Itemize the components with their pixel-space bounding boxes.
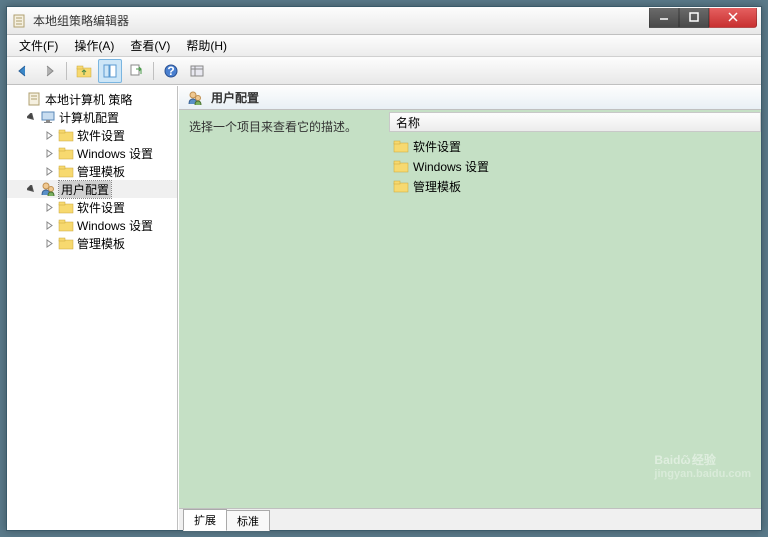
menu-action[interactable]: 操作(A) — [66, 35, 122, 56]
column-header-name[interactable]: 名称 — [389, 112, 761, 132]
export-button[interactable] — [124, 59, 148, 83]
titlebar[interactable]: 本地组策略编辑器 — [7, 7, 761, 35]
user-icon — [40, 181, 56, 197]
menu-view[interactable]: 查看(V) — [122, 35, 178, 56]
tree-software-settings[interactable]: 软件设置 — [7, 198, 177, 216]
expand-icon[interactable] — [43, 219, 55, 231]
tree-admin-templates[interactable]: 管理模板 — [7, 234, 177, 252]
folder-icon — [393, 158, 409, 174]
expand-icon[interactable] — [43, 237, 55, 249]
tree-admin-templates[interactable]: 管理模板 — [7, 162, 177, 180]
menubar: 文件(F) 操作(A) 查看(V) 帮助(H) — [7, 35, 761, 57]
tree-software-settings[interactable]: 软件设置 — [7, 126, 177, 144]
folder-icon — [393, 138, 409, 154]
content-area: 本地计算机 策略 计算机配置 软件设置 Windows 设置 管理模板 — [7, 86, 761, 530]
close-button[interactable] — [709, 8, 757, 28]
help-button[interactable]: ? — [159, 59, 183, 83]
svg-text:?: ? — [167, 64, 174, 78]
tree-label: 软件设置 — [77, 199, 125, 216]
item-label: 管理模板 — [413, 178, 461, 195]
toolbar: ? — [7, 57, 761, 85]
tree-windows-settings[interactable]: Windows 设置 — [7, 216, 177, 234]
collapse-icon[interactable] — [25, 183, 37, 195]
menu-help[interactable]: 帮助(H) — [178, 35, 235, 56]
item-label: 软件设置 — [413, 138, 461, 155]
item-label: Windows 设置 — [413, 158, 489, 175]
tree-label: 计算机配置 — [59, 109, 119, 126]
folder-icon — [58, 127, 74, 143]
tab-standard[interactable]: 标准 — [226, 510, 270, 531]
menu-file[interactable]: 文件(F) — [11, 35, 66, 56]
app-window: 本地组策略编辑器 文件(F) 操作(A) 查看(V) 帮助(H) ? 本地计算机… — [6, 6, 762, 531]
description-hint: 选择一个项目来查看它的描述。 — [189, 120, 357, 134]
tree-label: Windows 设置 — [77, 145, 153, 162]
expand-icon[interactable] — [43, 165, 55, 177]
collapse-icon[interactable] — [25, 111, 37, 123]
folder-icon — [58, 199, 74, 215]
separator — [66, 62, 67, 80]
panel-body: 选择一个项目来查看它的描述。 名称 软件设置 Windows 设置 — [179, 110, 761, 508]
tree-user-config[interactable]: 用户配置 — [7, 180, 177, 198]
computer-icon — [40, 109, 56, 125]
panel-header: 用户配置 — [179, 86, 761, 110]
folder-icon — [58, 235, 74, 251]
description-pane: 选择一个项目来查看它的描述。 — [179, 110, 389, 508]
separator — [153, 62, 154, 80]
tree-root[interactable]: 本地计算机 策略 — [7, 90, 177, 108]
view-tabs: 扩展 标准 — [179, 508, 761, 530]
tab-extended[interactable]: 扩展 — [183, 509, 227, 531]
tree-label: 软件设置 — [77, 127, 125, 144]
user-icon — [187, 90, 203, 106]
folder-icon — [393, 178, 409, 194]
forward-button[interactable] — [37, 59, 61, 83]
folder-icon — [58, 163, 74, 179]
window-controls — [649, 8, 757, 28]
show-hide-tree-button[interactable] — [98, 59, 122, 83]
tree-label: Windows 设置 — [77, 217, 153, 234]
up-button[interactable] — [72, 59, 96, 83]
tree-windows-settings[interactable]: Windows 设置 — [7, 144, 177, 162]
minimize-button[interactable] — [649, 8, 679, 28]
tree-label: 本地计算机 策略 — [45, 91, 132, 108]
list-item[interactable]: Windows 设置 — [389, 156, 761, 176]
folder-icon — [58, 217, 74, 233]
tree-label: 管理模板 — [77, 163, 125, 180]
list-item[interactable]: 软件设置 — [389, 136, 761, 156]
list-item[interactable]: 管理模板 — [389, 176, 761, 196]
folder-icon — [58, 145, 74, 161]
expand-icon[interactable] — [43, 147, 55, 159]
list-pane: 名称 软件设置 Windows 设置 管理模板 — [389, 110, 761, 508]
panel-title: 用户配置 — [211, 89, 259, 106]
tree-panel[interactable]: 本地计算机 策略 计算机配置 软件设置 Windows 设置 管理模板 — [7, 86, 178, 530]
policy-icon — [26, 91, 42, 107]
back-button[interactable] — [11, 59, 35, 83]
app-icon — [11, 13, 27, 29]
detail-panel: 用户配置 选择一个项目来查看它的描述。 名称 软件设置 Win — [178, 86, 761, 530]
tree-label: 用户配置 — [59, 181, 111, 198]
expand-icon[interactable] — [43, 129, 55, 141]
tree-computer-config[interactable]: 计算机配置 — [7, 108, 177, 126]
list-items: 软件设置 Windows 设置 管理模板 — [389, 132, 761, 200]
tree-label: 管理模板 — [77, 235, 125, 252]
blank-twisty — [11, 93, 23, 105]
filter-button[interactable] — [185, 59, 209, 83]
maximize-button[interactable] — [679, 8, 709, 28]
window-title: 本地组策略编辑器 — [33, 12, 649, 29]
expand-icon[interactable] — [43, 201, 55, 213]
